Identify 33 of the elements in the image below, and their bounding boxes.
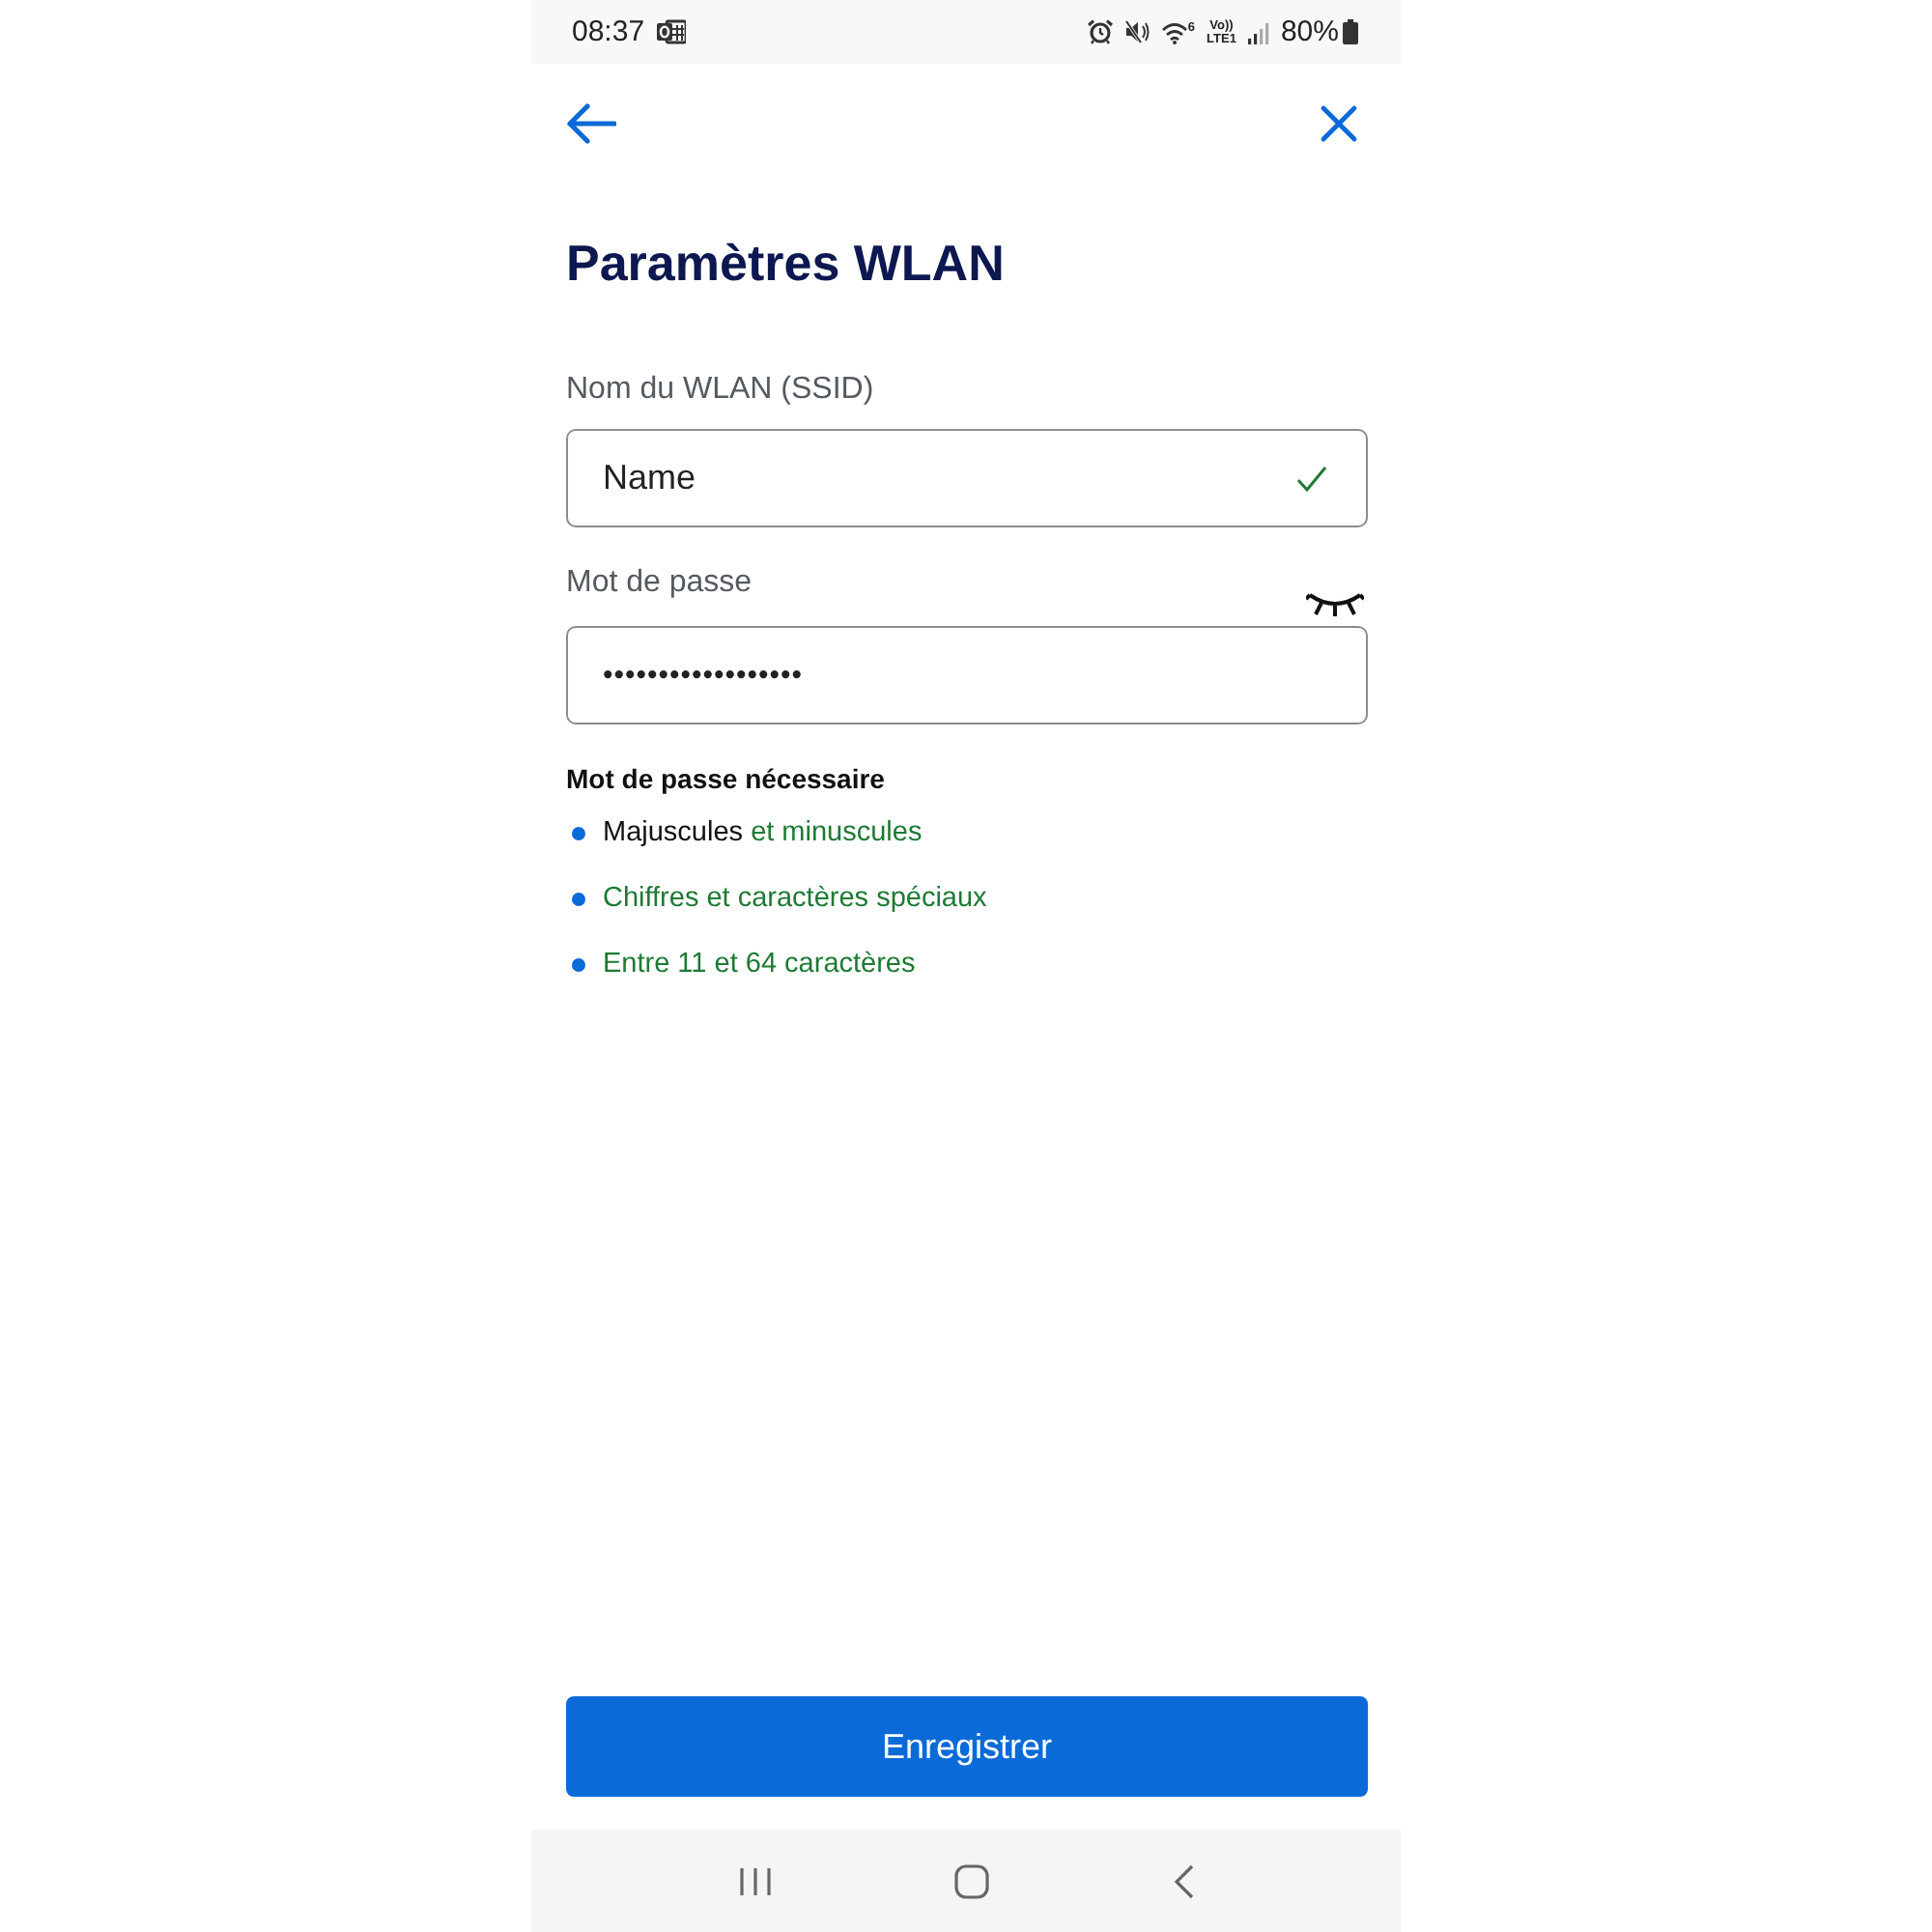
home-icon <box>954 1863 990 1898</box>
recent-apps-button[interactable] <box>738 1865 774 1896</box>
back-arrow-icon <box>566 102 616 145</box>
mute-icon <box>1123 19 1150 44</box>
close-button[interactable] <box>1320 104 1358 143</box>
wifi-icon <box>1160 20 1188 43</box>
requirement-text: Chiffres et caractères spéciaux <box>603 881 987 918</box>
requirement-text: Majuscules et minuscules <box>603 815 923 852</box>
bullet-icon <box>572 826 585 839</box>
field-label: Mot de passe <box>566 564 753 603</box>
save-button[interactable]: Enregistrer <box>566 1696 1368 1797</box>
clock-time: 08:37 <box>572 14 645 49</box>
input-field[interactable]: Name <box>566 429 1368 527</box>
requirements-heading: Mot de passe nécessaire <box>566 761 887 798</box>
battery-percentage: 80% <box>1280 14 1339 49</box>
back-nav-button[interactable] <box>1172 1863 1194 1898</box>
close-icon <box>1320 104 1358 143</box>
bullet-icon <box>572 892 585 905</box>
alarm-clock-icon <box>1087 19 1113 44</box>
field-label: Nom du WLAN (SSID) <box>566 371 874 410</box>
home-button[interactable] <box>954 1863 990 1898</box>
check-icon <box>1296 465 1327 492</box>
mail-app-icon <box>656 19 686 44</box>
chevron-left-icon <box>1172 1863 1194 1898</box>
password-field[interactable]: •••••••••••••••••• <box>566 626 1368 724</box>
back-button[interactable] <box>566 102 616 145</box>
battery-icon <box>1343 19 1358 44</box>
bullet-icon <box>572 957 585 971</box>
closed-eye-icon[interactable] <box>1306 591 1364 616</box>
recent-apps-icon <box>738 1865 774 1896</box>
requirement-text: Entre 11 et 64 caractères <box>603 947 916 983</box>
page-title: Paramètres WLAN <box>566 232 1007 296</box>
signal-icon <box>1247 20 1269 43</box>
